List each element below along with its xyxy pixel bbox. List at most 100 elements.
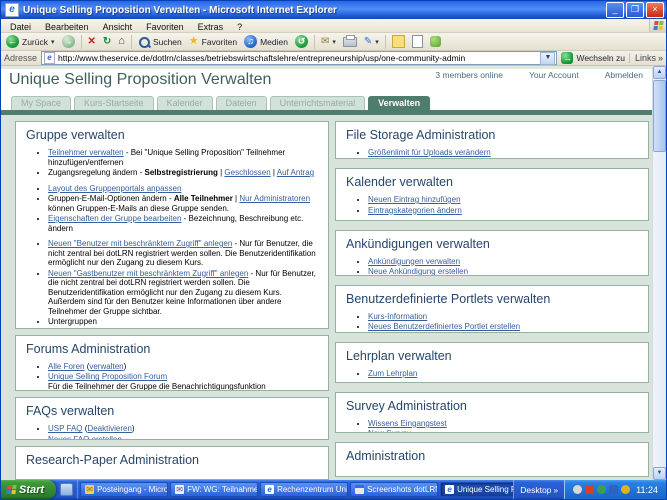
tray-icon[interactable]	[609, 485, 618, 494]
vertical-scrollbar[interactable]: ▲ ▼	[652, 66, 666, 480]
admin-link[interactable]: Größenlimit für Uploads verändern	[368, 148, 491, 157]
edit-button[interactable]: ✎▾	[361, 34, 382, 49]
browser-window: e Unique Selling Proposition Verwalten -…	[0, 0, 667, 500]
task-label: Posteingang - Micros...	[97, 485, 168, 494]
text-segment: Untergruppen	[48, 317, 97, 326]
panel-title: FAQs verwalten	[26, 404, 318, 418]
links-toolbar[interactable]: Links »	[629, 53, 663, 63]
refresh-button[interactable]: ↻	[100, 34, 114, 49]
tray-icon[interactable]	[573, 485, 582, 494]
admin-link[interactable]: Layout des Gruppenportals anpassen	[48, 184, 181, 193]
discuss-button[interactable]	[389, 34, 408, 49]
messenger-button[interactable]	[427, 34, 444, 49]
admin-link[interactable]: Verwalten	[127, 328, 162, 329]
print-button[interactable]	[340, 34, 360, 49]
start-button[interactable]: Start	[1, 480, 56, 499]
taskbar-task-unique-selling-propos[interactable]: eUnique Selling Propos...	[440, 482, 513, 497]
close-button[interactable]: ×	[646, 2, 664, 18]
panel-research-paper-administration: Research-Paper Administration	[15, 446, 329, 480]
admin-link[interactable]: Wissens Eingangstest	[368, 419, 447, 428]
admin-link[interactable]: Auf Antrag	[277, 168, 314, 177]
admin-link[interactable]: Deaktivieren	[87, 424, 131, 433]
menu-datei[interactable]: Datei	[3, 22, 38, 32]
forward-button[interactable]: →	[59, 34, 78, 49]
taskbar-task-fw-wg-teilnahme-v[interactable]: ✉FW: WG: Teilnahme v...	[170, 482, 258, 497]
admin-link[interactable]: Eigenschaften der Gruppe bearbeiten	[48, 214, 181, 223]
admin-link[interactable]: Neues FAQ erstellen	[48, 435, 122, 440]
admin-link[interactable]: Neuen "Gastbenutzer mit beschränktem Zug…	[48, 269, 248, 278]
sub-list: Projektgruppe 1 [ Verwalten | Archiviere…	[64, 328, 318, 329]
address-input[interactable]: e http://www.theservice.de/dotlrn/classe…	[41, 51, 557, 65]
panel-title: Kalender verwalten	[346, 175, 638, 189]
text-segment: )	[132, 424, 135, 433]
favorites-button[interactable]: ★Favoriten	[186, 34, 240, 49]
go-button[interactable]: → Wechseln zu	[561, 52, 625, 64]
taskbar-task-screenshots-dotlrn[interactable]: Screenshots dotLRN...	[350, 482, 438, 497]
your-account-link[interactable]: Your Account	[529, 70, 579, 80]
tab-my-space[interactable]: My Space	[11, 96, 71, 110]
logout-link[interactable]: Abmelden	[605, 70, 643, 80]
admin-link[interactable]: Neuen "Benutzer mit beschränktem Zugriff…	[48, 239, 232, 248]
minimize-button[interactable]: _	[606, 2, 624, 18]
tab-unterrichtsmaterial[interactable]: Unterrichtsmaterial	[270, 96, 366, 110]
tab-verwalten[interactable]: Verwalten	[368, 96, 430, 110]
history-button[interactable]: ↺	[292, 34, 311, 49]
admin-link[interactable]: Neuen Eintrag hinzufügen	[368, 195, 461, 204]
admin-link[interactable]: verwalten	[89, 362, 123, 371]
address-dropdown-icon[interactable]: ▼	[540, 52, 555, 65]
scroll-up-button[interactable]: ▲	[653, 66, 666, 79]
admin-link[interactable]: Unique Selling Proposition Forum	[48, 372, 167, 381]
panel-list: Zum Lehrplan	[368, 369, 638, 379]
stop-button[interactable]: ✕	[85, 34, 99, 49]
admin-link[interactable]: Alle Foren	[48, 362, 84, 371]
admin-link[interactable]: Neues Benutzerdefiniertes Portlet erstel…	[368, 322, 520, 331]
admin-link[interactable]: New Survey	[368, 429, 411, 433]
admin-link[interactable]: Zum Lehrplan	[368, 369, 417, 378]
admin-link[interactable]: Teilnehmer verwalten	[48, 148, 124, 157]
maximize-button[interactable]: ❐	[626, 2, 644, 18]
admin-link[interactable]: Archivieren	[168, 328, 208, 329]
menu-bearbeiten[interactable]: Bearbeiten	[38, 22, 96, 32]
text-segment: Selbstregistrierung	[145, 168, 218, 177]
tab-kurs-startseite[interactable]: Kurs-Startseite	[74, 96, 154, 110]
panel-title: Forums Administration	[26, 342, 318, 356]
search-icon	[138, 36, 150, 48]
list-item: Wissens Eingangstest	[368, 419, 638, 429]
show-desktop-icon[interactable]	[60, 483, 73, 496]
admin-link[interactable]: USP FAQ	[48, 424, 83, 433]
search-button[interactable]: Suchen	[135, 34, 185, 49]
menu-ansicht[interactable]: Ansicht	[96, 22, 140, 32]
list-item: Neues Benutzerdefiniertes Portlet erstel…	[368, 322, 638, 332]
menu-favoriten[interactable]: Favoriten	[139, 22, 191, 32]
desktop-toolbar[interactable]: Desktop »	[513, 480, 564, 499]
taskbar-task-rechenzentrum-uni-k[interactable]: eRechenzentrum Uni K...	[260, 482, 348, 497]
tray-icon[interactable]	[621, 485, 630, 494]
tab-kalender[interactable]: Kalender	[157, 96, 213, 110]
edit-dropdown-icon[interactable]: ▾	[375, 38, 379, 46]
text-segment: Alle Teilnehmer	[174, 194, 233, 203]
menu-[interactable]: ?	[230, 22, 249, 32]
media-button[interactable]: ♫Medien	[241, 34, 291, 49]
back-button[interactable]: ←Zurück▾	[3, 34, 58, 49]
admin-link[interactable]: Nur Administratoren	[239, 194, 310, 203]
admin-link[interactable]: Ankündigungen verwalten	[368, 257, 460, 266]
admin-link[interactable]: Kurs-Information	[368, 312, 427, 321]
scroll-thumb[interactable]	[653, 80, 666, 152]
mail-dropdown-icon[interactable]: ▾	[332, 38, 336, 46]
tab-dateien[interactable]: Dateien	[216, 96, 267, 110]
tray-icon[interactable]	[585, 485, 594, 494]
menu-extras[interactable]: Extras	[191, 22, 231, 32]
mail-button[interactable]: ✉▾	[318, 34, 339, 49]
home-button[interactable]: ⌂	[115, 34, 128, 49]
research-button[interactable]	[409, 34, 426, 49]
tray-icon[interactable]	[597, 485, 606, 494]
panel-faqs-verwalten: FAQs verwaltenUSP FAQ (Deaktivieren)Neue…	[15, 397, 329, 439]
panel-forums-administration: Forums AdministrationAlle Foren (verwalt…	[15, 335, 329, 391]
admin-link[interactable]: Geschlossen	[224, 168, 270, 177]
taskbar-task-posteingang-micros[interactable]: ✉Posteingang - Micros...	[80, 482, 168, 497]
back-dropdown-icon[interactable]: ▾	[51, 38, 55, 46]
admin-link[interactable]: Neue Ankündigung erstellen	[368, 267, 468, 276]
admin-link[interactable]: Projektgruppe 1	[64, 328, 120, 329]
admin-link[interactable]: Eintragskategorien ändern	[368, 206, 462, 215]
scroll-down-button[interactable]: ▼	[653, 467, 666, 480]
